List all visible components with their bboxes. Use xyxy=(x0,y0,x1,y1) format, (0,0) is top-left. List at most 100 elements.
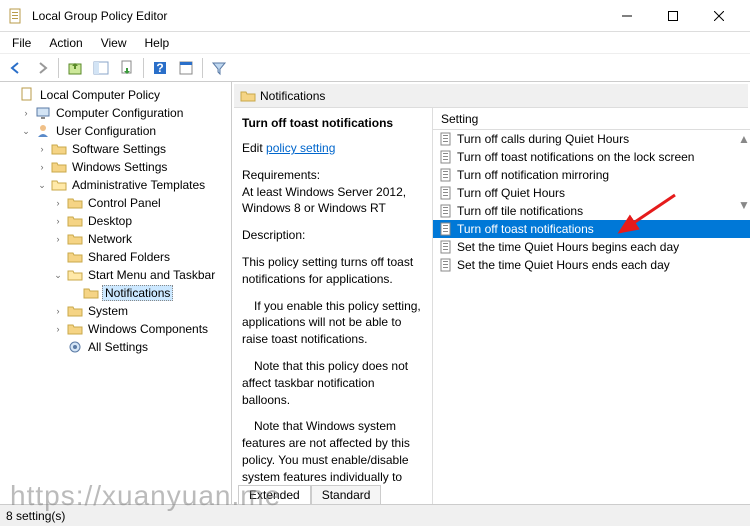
menubar: File Action View Help xyxy=(0,32,750,54)
folder-icon xyxy=(67,321,83,337)
policy-icon xyxy=(439,186,453,200)
status-text: 8 setting(s) xyxy=(6,509,65,523)
chevron-right-icon[interactable]: › xyxy=(52,234,64,244)
help-button[interactable]: ? xyxy=(148,56,172,80)
list-item-selected[interactable]: Turn off toast notifications xyxy=(433,220,750,238)
policy-icon xyxy=(439,168,453,182)
tab-extended[interactable]: Extended xyxy=(238,485,311,504)
tree-computer-config[interactable]: › Computer Configuration xyxy=(0,104,231,122)
toolbar: ? xyxy=(0,54,750,82)
back-button[interactable] xyxy=(4,56,28,80)
list-header-setting[interactable]: Setting xyxy=(433,108,750,130)
tree-user-config[interactable]: ⌄ User Configuration xyxy=(0,122,231,140)
minimize-button[interactable] xyxy=(604,1,650,31)
window-title: Local Group Policy Editor xyxy=(32,9,604,23)
folder-icon xyxy=(51,141,67,157)
settings-list-pane: ▲ ▼ Setting Turn off calls during Quiet … xyxy=(432,108,750,504)
folder-icon xyxy=(67,303,83,319)
toolbar-separator xyxy=(202,58,203,78)
list-item[interactable]: Turn off tile notifications xyxy=(433,202,750,220)
folder-icon xyxy=(67,231,83,247)
tree-admin-templates[interactable]: ⌄ Administrative Templates xyxy=(0,176,231,194)
policy-icon xyxy=(439,240,453,254)
folder-open-icon xyxy=(67,267,83,283)
settings-list[interactable]: Turn off calls during Quiet Hours Turn o… xyxy=(433,130,750,504)
list-item[interactable]: Turn off notification mirroring xyxy=(433,166,750,184)
policy-icon xyxy=(439,222,453,236)
tree-system[interactable]: › System xyxy=(0,302,231,320)
list-item[interactable]: Turn off toast notifications on the lock… xyxy=(433,148,750,166)
tree-root[interactable]: Local Computer Policy xyxy=(0,86,231,104)
breadcrumb: Notifications xyxy=(234,84,748,108)
titlebar: Local Group Policy Editor xyxy=(0,0,750,32)
computer-icon xyxy=(35,105,51,121)
maximize-button[interactable] xyxy=(650,1,696,31)
tree-start-menu-taskbar[interactable]: ⌄ Start Menu and Taskbar xyxy=(0,266,231,284)
menu-view[interactable]: View xyxy=(93,34,135,52)
tree-shared-folders[interactable]: Shared Folders xyxy=(0,248,231,266)
tree-windows-components[interactable]: › Windows Components xyxy=(0,320,231,338)
toolbar-separator xyxy=(143,58,144,78)
folder-icon xyxy=(67,195,83,211)
edit-prefix: Edit xyxy=(242,141,263,155)
chevron-down-icon[interactable]: ⌄ xyxy=(36,180,48,191)
chevron-down-icon[interactable]: ⌄ xyxy=(20,126,32,137)
policy-icon xyxy=(439,258,453,272)
chevron-right-icon[interactable]: › xyxy=(52,198,64,208)
list-item[interactable]: Turn off calls during Quiet Hours xyxy=(433,130,750,148)
split-pane: Turn off toast notifications Edit policy… xyxy=(232,108,750,504)
chevron-right-icon[interactable]: › xyxy=(52,306,64,316)
chevron-right-icon[interactable]: › xyxy=(36,144,48,154)
statusbar: 8 setting(s) xyxy=(0,504,750,526)
window-controls xyxy=(604,1,742,31)
chevron-right-icon[interactable]: › xyxy=(52,324,64,334)
folder-icon xyxy=(51,159,67,175)
policy-icon xyxy=(19,87,35,103)
scroll-indicator[interactable]: ▲ ▼ xyxy=(738,132,748,212)
properties-button[interactable] xyxy=(174,56,198,80)
tree-pane[interactable]: Local Computer Policy › Computer Configu… xyxy=(0,82,232,504)
folder-icon xyxy=(83,285,99,301)
policy-icon xyxy=(439,132,453,146)
policy-icon xyxy=(439,150,453,164)
app-icon xyxy=(8,8,24,24)
svg-text:?: ? xyxy=(156,61,163,75)
menu-help[interactable]: Help xyxy=(137,34,178,52)
folder-icon xyxy=(67,249,83,265)
description-body: This policy setting turns off toast noti… xyxy=(242,254,422,486)
chevron-right-icon[interactable]: › xyxy=(20,108,32,118)
scroll-up-icon[interactable]: ▲ xyxy=(738,132,748,146)
breadcrumb-label: Notifications xyxy=(260,89,325,103)
close-button[interactable] xyxy=(696,1,742,31)
settings-icon xyxy=(67,339,83,355)
list-item[interactable]: Set the time Quiet Hours begins each day xyxy=(433,238,750,256)
chevron-right-icon[interactable]: › xyxy=(36,162,48,172)
show-hide-tree-button[interactable] xyxy=(89,56,113,80)
folder-icon xyxy=(67,213,83,229)
tree-desktop[interactable]: › Desktop xyxy=(0,212,231,230)
tree-notifications[interactable]: Notifications xyxy=(0,284,231,302)
tree-network[interactable]: › Network xyxy=(0,230,231,248)
list-item[interactable]: Set the time Quiet Hours ends each day xyxy=(433,256,750,274)
view-tabs: Extended Standard xyxy=(238,485,381,504)
edit-policy-link[interactable]: policy setting xyxy=(266,141,335,155)
tree-software-settings[interactable]: › Software Settings xyxy=(0,140,231,158)
menu-action[interactable]: Action xyxy=(41,34,90,52)
toolbar-separator xyxy=(58,58,59,78)
up-button[interactable] xyxy=(63,56,87,80)
menu-file[interactable]: File xyxy=(4,34,39,52)
filter-button[interactable] xyxy=(207,56,231,80)
export-button[interactable] xyxy=(115,56,139,80)
requirements-label: Requirements: xyxy=(242,167,422,184)
folder-icon xyxy=(240,88,256,104)
forward-button[interactable] xyxy=(30,56,54,80)
tree-windows-settings[interactable]: › Windows Settings xyxy=(0,158,231,176)
chevron-right-icon[interactable]: › xyxy=(52,216,64,226)
chevron-down-icon[interactable]: ⌄ xyxy=(52,270,64,281)
main-pane: Notifications Turn off toast notificatio… xyxy=(232,82,750,504)
scroll-down-icon[interactable]: ▼ xyxy=(738,198,748,212)
tree-control-panel[interactable]: › Control Panel xyxy=(0,194,231,212)
list-item[interactable]: Turn off Quiet Hours xyxy=(433,184,750,202)
tree-all-settings[interactable]: All Settings xyxy=(0,338,231,356)
tab-standard[interactable]: Standard xyxy=(311,485,382,504)
